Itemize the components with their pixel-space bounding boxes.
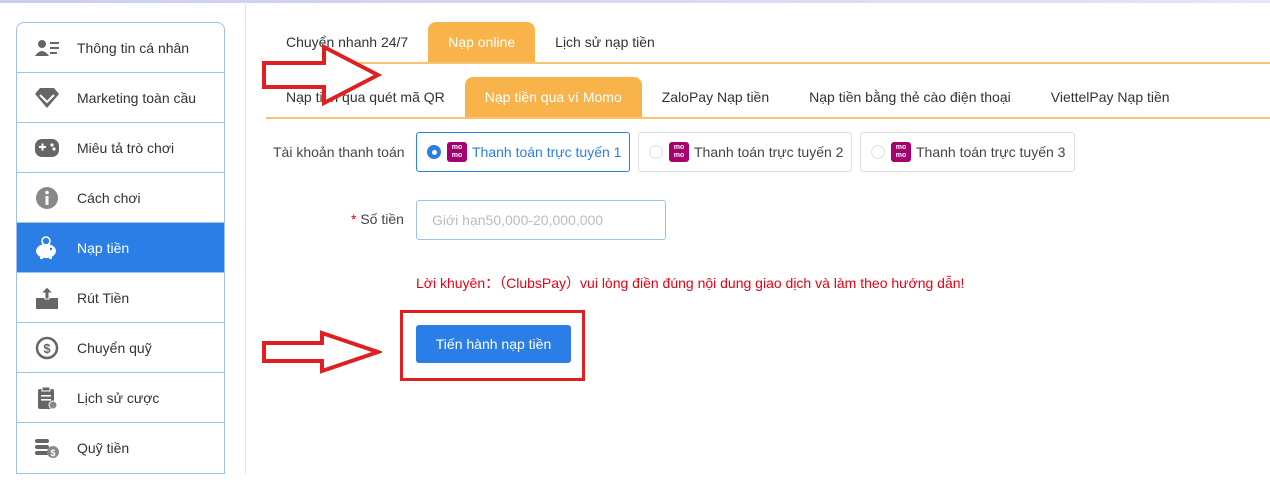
sidebar-item-deposit[interactable]: Nạp tiền bbox=[17, 223, 224, 273]
sidebar-item-label: Lịch sử cược bbox=[77, 389, 160, 406]
radio-selected[interactable] bbox=[427, 145, 441, 159]
amount-label: * Số tiền bbox=[351, 211, 404, 227]
tab-online-deposit[interactable]: Nạp online bbox=[428, 22, 536, 62]
info-icon bbox=[33, 184, 61, 212]
sidebar-item-label: Cách chơi bbox=[77, 189, 141, 206]
payment-option-2[interactable]: mo mo Thanh toán trực tuyến 2 bbox=[638, 132, 852, 172]
annotation-arrow-icon bbox=[262, 330, 382, 374]
divider bbox=[245, 0, 246, 474]
svg-text:$: $ bbox=[50, 448, 55, 458]
payment-method-tabs: Nạp tiền qua quét mã QR Nạp tiền qua ví … bbox=[266, 77, 1190, 117]
momo-logo-icon: mo mo bbox=[669, 142, 689, 162]
sidebar-item-label: Nạp tiền bbox=[77, 239, 130, 256]
radio-unselected[interactable] bbox=[649, 145, 663, 159]
required-mark: * bbox=[351, 211, 357, 227]
clipboard-icon bbox=[33, 384, 61, 412]
payment-option-label: Thanh toán trực tuyến 3 bbox=[916, 144, 1066, 160]
annotation-arrow-icon bbox=[262, 43, 382, 107]
submit-deposit-button[interactable]: Tiến hành nạp tiền bbox=[416, 325, 571, 363]
diamond-icon bbox=[33, 84, 61, 112]
sidebar-item-marketing[interactable]: Marketing toàn cầu bbox=[17, 73, 224, 123]
sidebar-item-label: Rút Tiền bbox=[77, 289, 130, 306]
sidebar-item-game-description[interactable]: Miêu tả trò chơi bbox=[17, 123, 224, 173]
tab-card-deposit[interactable]: Nạp tiền bằng thẻ cào điện thoại bbox=[789, 77, 1031, 117]
withdraw-icon bbox=[33, 284, 61, 312]
user-card-icon bbox=[33, 34, 61, 62]
sidebar-item-label: Quỹ tiền bbox=[77, 440, 130, 456]
svg-text:$: $ bbox=[43, 341, 51, 356]
payment-option-3[interactable]: mo mo Thanh toán trực tuyến 3 bbox=[860, 132, 1075, 172]
tab-zalopay-deposit[interactable]: ZaloPay Nạp tiền bbox=[642, 77, 789, 117]
piggy-bank-icon bbox=[33, 234, 61, 262]
top-border bbox=[0, 0, 1270, 3]
payment-option-label: Thanh toán trực tuyến 1 bbox=[472, 144, 622, 160]
amount-label-text: Số tiền bbox=[360, 211, 404, 227]
transfer-icon: $ bbox=[33, 334, 61, 362]
tip-text: Lời khuyên：（ClubsPay）vui lòng điền đúng … bbox=[416, 275, 965, 291]
payment-option-1[interactable]: mo mo Thanh toán trực tuyến 1 bbox=[416, 132, 630, 172]
coins-icon: $ bbox=[33, 434, 61, 462]
sidebar-item-funds[interactable]: $ Quỹ tiền bbox=[17, 423, 224, 473]
sidebar-item-label: Marketing toàn cầu bbox=[77, 89, 197, 106]
tab-deposit-history[interactable]: Lịch sử nạp tiền bbox=[535, 22, 675, 62]
gamepad-icon bbox=[33, 134, 61, 162]
subtab-underline bbox=[266, 117, 1270, 119]
sidebar-item-withdraw[interactable]: Rút Tiền bbox=[17, 273, 224, 323]
account-sidebar: Thông tin cá nhân Marketing toàn cầu Miê… bbox=[16, 22, 225, 474]
amount-input[interactable] bbox=[416, 200, 666, 240]
tab-viettelpay-deposit[interactable]: ViettelPay Nạp tiền bbox=[1031, 77, 1190, 117]
sidebar-item-label: Chuyển quỹ bbox=[77, 339, 152, 356]
sidebar-item-bet-history[interactable]: Lịch sử cược bbox=[17, 373, 224, 423]
tab-underline bbox=[266, 62, 1270, 64]
sidebar-item-label: Miêu tả trò chơi bbox=[77, 139, 175, 156]
momo-logo-icon: mo mo bbox=[447, 142, 467, 162]
sidebar-item-transfer[interactable]: $ Chuyển quỹ bbox=[17, 323, 224, 373]
payment-account-label: Tài khoản thanh toán bbox=[273, 144, 405, 160]
momo-logo-icon: mo mo bbox=[891, 142, 911, 162]
tab-momo-deposit[interactable]: Nạp tiền qua ví Momo bbox=[464, 77, 642, 117]
payment-option-label: Thanh toán trực tuyến 2 bbox=[694, 144, 844, 160]
sidebar-item-label: Thông tin cá nhân bbox=[77, 39, 190, 56]
radio-unselected[interactable] bbox=[871, 145, 885, 159]
sidebar-item-how-to-play[interactable]: Cách chơi bbox=[17, 173, 224, 223]
sidebar-item-profile[interactable]: Thông tin cá nhân bbox=[17, 23, 224, 73]
